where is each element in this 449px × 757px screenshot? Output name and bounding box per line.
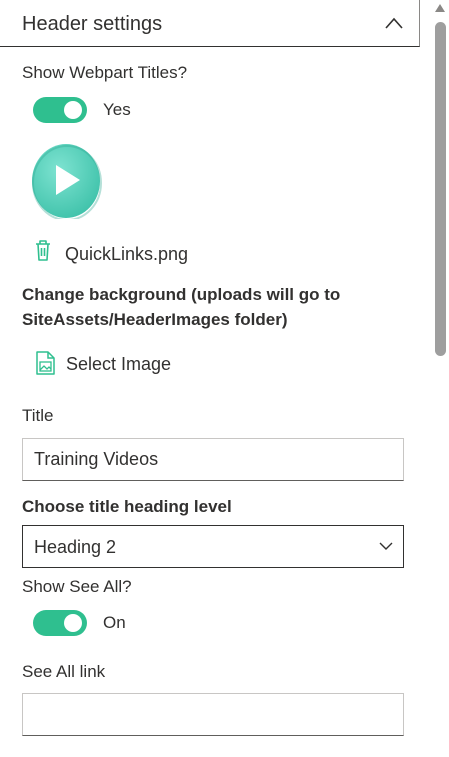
play-icon (32, 144, 102, 219)
change-background-label-line1: Change background (uploads will go to (22, 285, 341, 304)
show-webpart-titles-toggle[interactable] (33, 97, 87, 123)
heading-level-value: Heading 2 (34, 537, 117, 557)
toggle-knob (64, 614, 82, 632)
show-see-all-label: Show See All? (22, 577, 132, 596)
scrollbar-thumb[interactable] (435, 22, 446, 356)
title-input[interactable] (22, 438, 404, 481)
image-icon (36, 351, 55, 375)
select-image-label[interactable]: Select Image (66, 354, 171, 375)
vertical-scrollbar[interactable] (431, 0, 449, 757)
see-all-link-label: See All link (22, 662, 106, 681)
header-settings-section-toggle[interactable]: Header settings (0, 0, 420, 47)
trash-icon[interactable] (32, 238, 54, 264)
section-title: Header settings (22, 13, 163, 35)
show-webpart-titles-label: Show Webpart Titles? (22, 63, 188, 82)
title-label: Title (22, 406, 54, 425)
heading-level-dropdown[interactable]: Heading 2 (22, 525, 404, 568)
show-webpart-titles-state: Yes (103, 100, 131, 119)
image-file-name: QuickLinks.png (65, 244, 189, 264)
toggle-knob (64, 101, 82, 119)
scroll-up-arrow-icon[interactable] (435, 4, 445, 12)
property-pane: Header settings Show Webpart Titles? Yes… (0, 0, 431, 757)
heading-level-label: Choose title heading level (22, 497, 232, 516)
change-background-label-line2: SiteAssets/HeaderImages folder) (22, 310, 288, 329)
show-see-all-state: On (103, 613, 126, 632)
show-see-all-toggle[interactable] (33, 610, 87, 636)
chevron-down-icon (379, 542, 393, 550)
see-all-link-input[interactable] (22, 693, 404, 736)
change-background-label: Change background (uploads will go to Si… (22, 282, 340, 332)
chevron-up-icon (385, 17, 403, 29)
